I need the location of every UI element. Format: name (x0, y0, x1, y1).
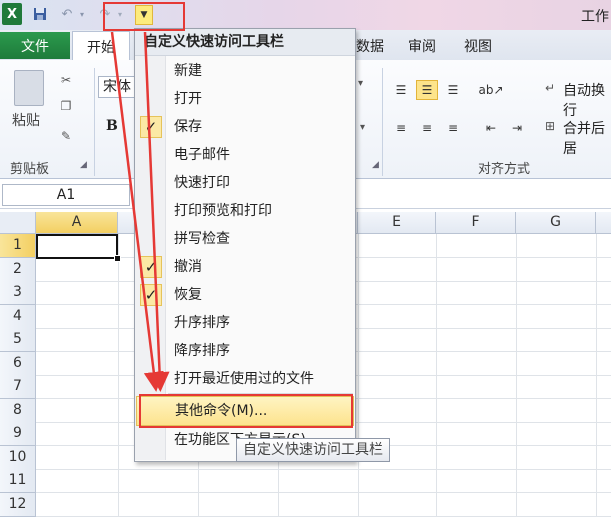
annotation-arrows (110, 31, 170, 392)
arrow-right (143, 31, 170, 392)
arrow-left (110, 31, 164, 392)
